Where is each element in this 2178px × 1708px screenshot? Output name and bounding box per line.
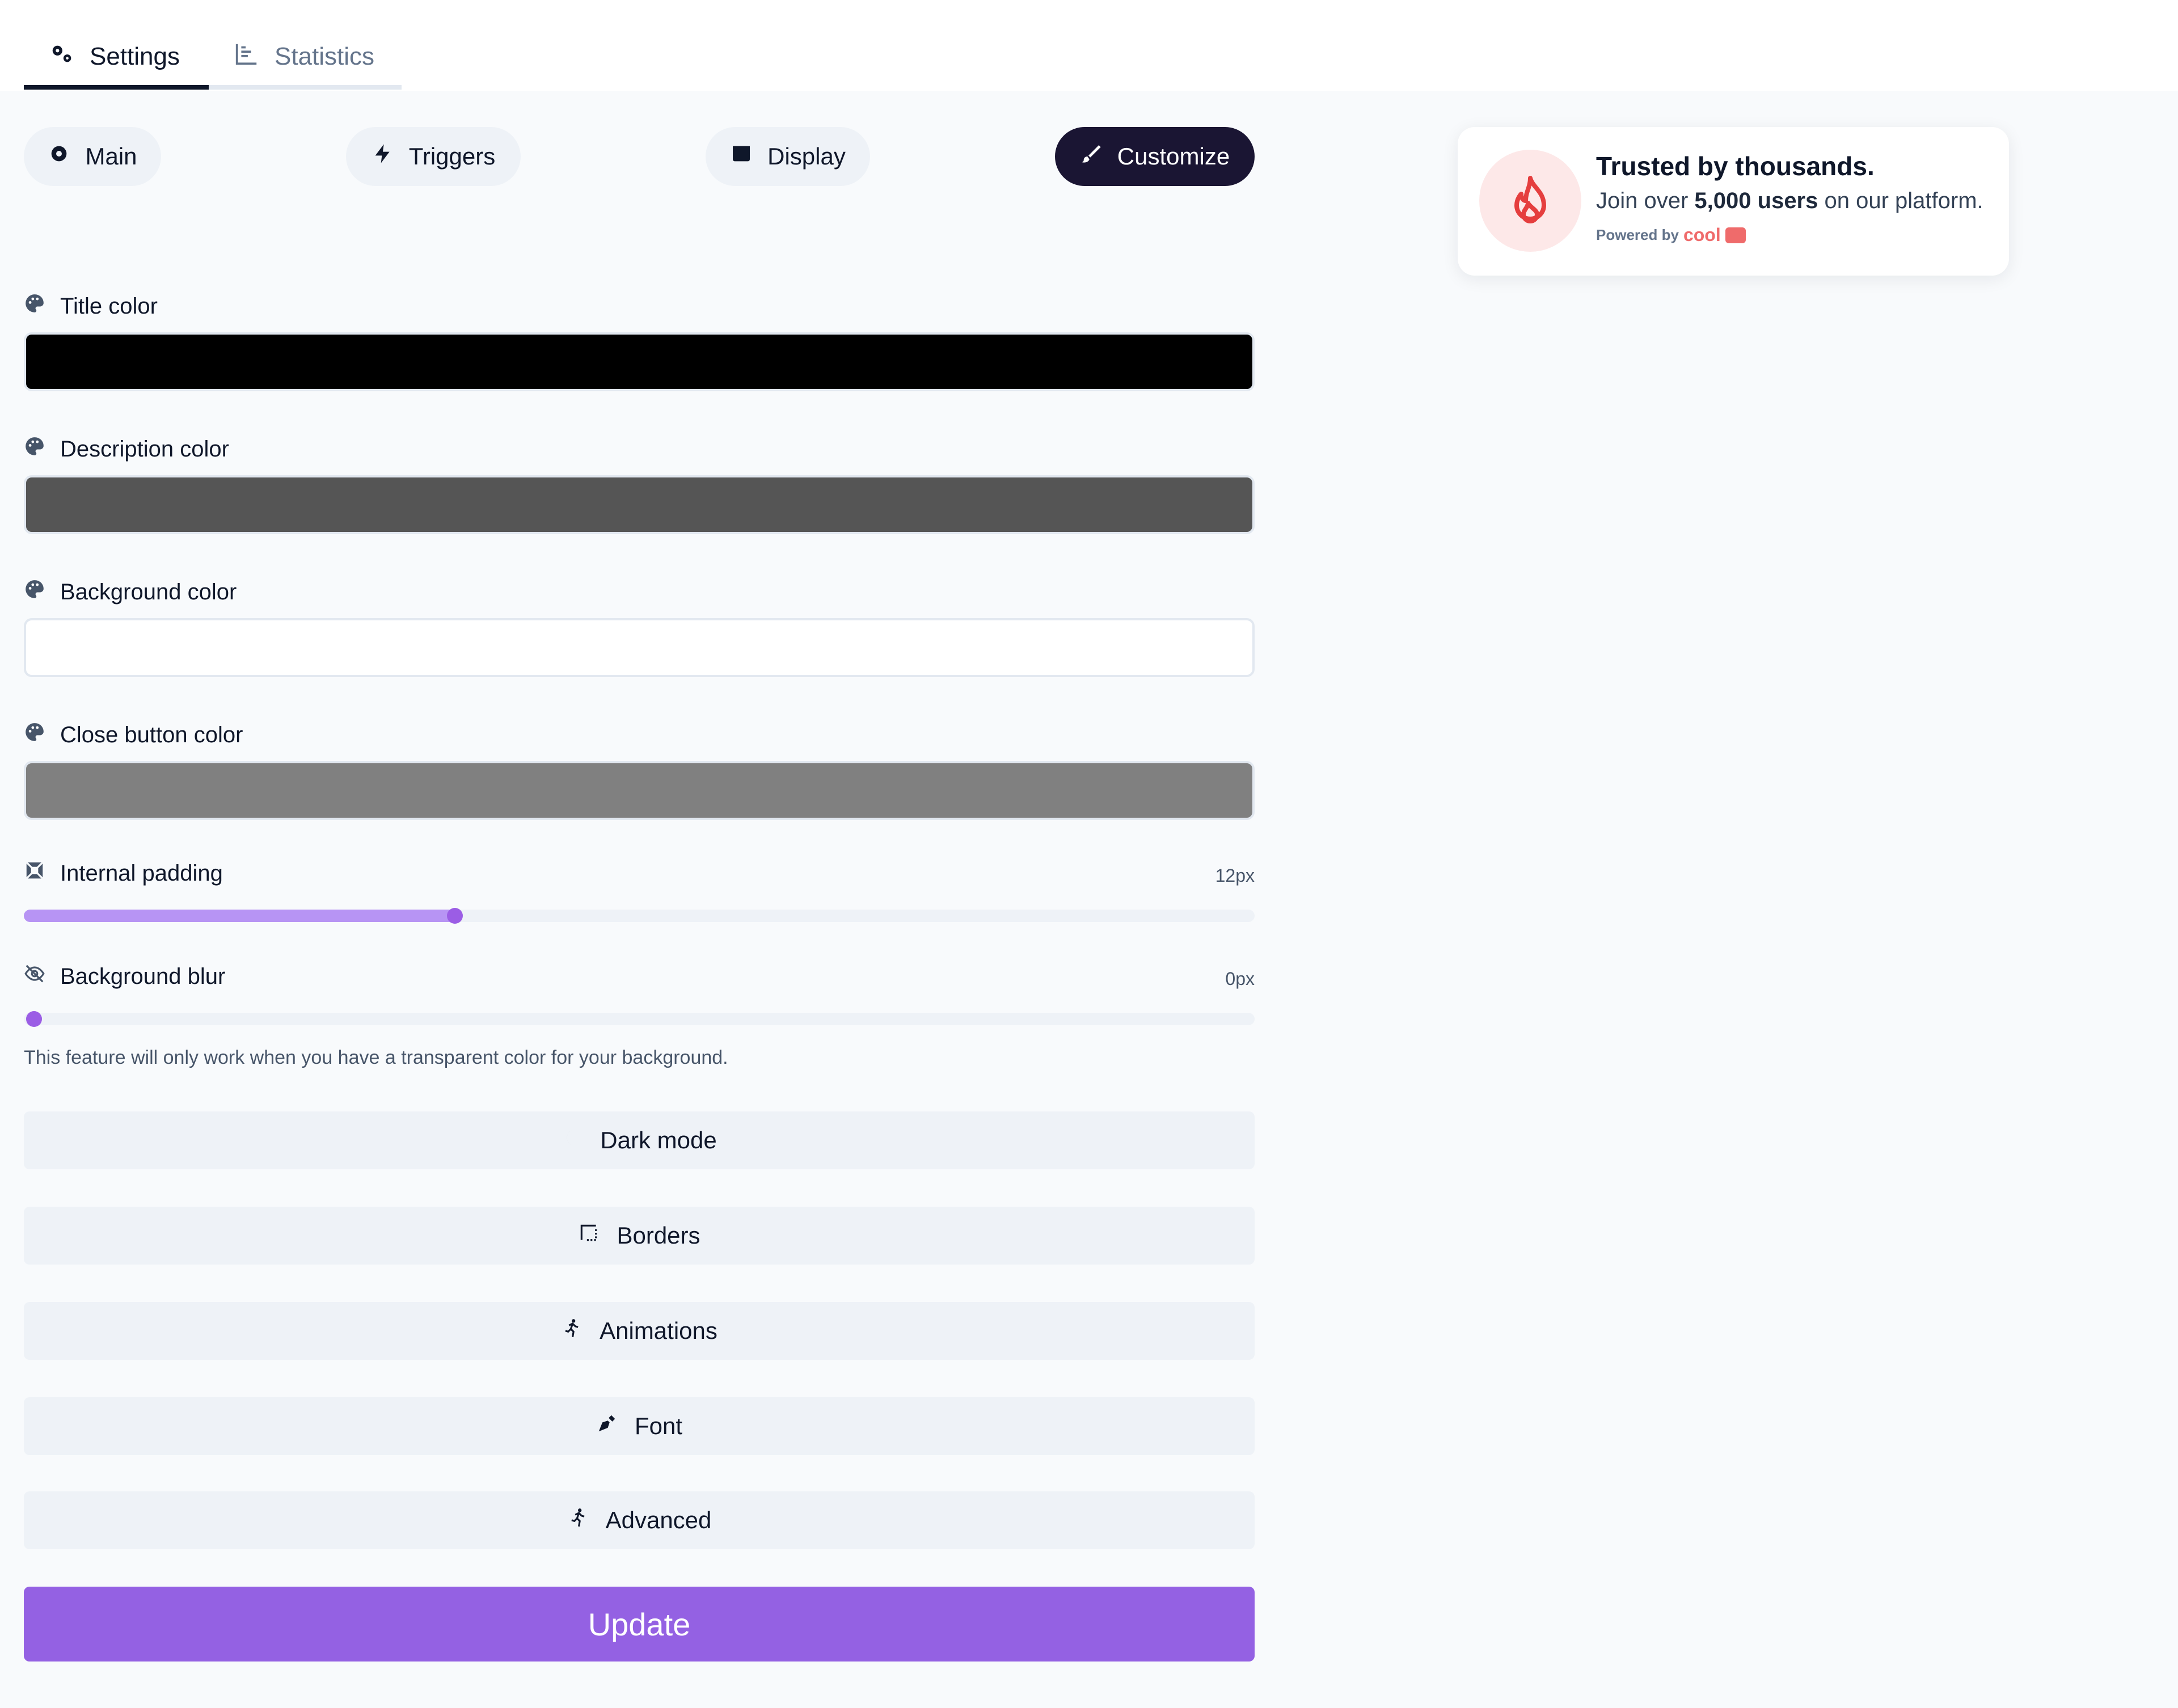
internal-padding-slider[interactable] — [24, 908, 1255, 924]
window-icon — [730, 142, 753, 171]
subtab-main[interactable]: Main — [24, 127, 161, 186]
borders-label: Borders — [617, 1222, 700, 1249]
fire-icon — [1479, 150, 1581, 252]
animations-label: Animations — [600, 1317, 717, 1344]
gears-icon — [49, 41, 75, 73]
advanced-button[interactable]: Advanced — [24, 1491, 1255, 1549]
moon-icon — [562, 1127, 583, 1154]
internal-padding-label-row: Internal padding — [24, 860, 223, 887]
description-color-input[interactable] — [24, 475, 1255, 534]
pen-nib-icon — [596, 1413, 618, 1440]
running-icon — [567, 1507, 589, 1534]
close-button-color-input[interactable] — [24, 761, 1255, 820]
tab-settings-label: Settings — [90, 43, 180, 70]
background-color-label: Background color — [60, 579, 237, 604]
preview-desc-bold: 5,000 users — [1694, 188, 1818, 213]
background-blur-label: Background blur — [60, 963, 226, 989]
font-button[interactable]: Font — [24, 1397, 1255, 1455]
powered-by-label: Powered by — [1596, 226, 1679, 243]
preview-desc-suffix: on our platform. — [1818, 188, 1983, 213]
description-color-label-row: Description color — [24, 436, 229, 463]
internal-padding-label: Internal padding — [60, 860, 223, 886]
palette-icon — [24, 436, 45, 463]
background-blur-value: 0px — [1225, 969, 1255, 989]
border-icon — [578, 1222, 600, 1249]
close-button-color-label-row: Close button color — [24, 721, 243, 749]
dark-mode-button[interactable]: Dark mode — [24, 1111, 1255, 1169]
blur-hint-text: This feature will only work when you hav… — [24, 1047, 728, 1068]
top-tab-bar: Settings Statistics — [0, 0, 2178, 91]
background-blur-slider[interactable] — [24, 1011, 1255, 1027]
gear-icon — [48, 142, 70, 171]
internal-padding-slider-fill — [24, 910, 455, 922]
subtab-customize[interactable]: Customize — [1055, 127, 1255, 186]
brush-icon — [1080, 142, 1103, 171]
update-button[interactable]: Update — [24, 1587, 1255, 1662]
advanced-label: Advanced — [605, 1507, 712, 1533]
preview-description: Join over 5,000 users on our platform. — [1596, 188, 1983, 214]
palette-icon — [24, 578, 45, 606]
internal-padding-value: 12px — [1215, 865, 1255, 886]
subtab-display[interactable]: Display — [706, 127, 870, 186]
title-color-label-row: Title color — [24, 293, 158, 320]
subtab-triggers-label: Triggers — [408, 143, 496, 170]
expand-icon — [24, 860, 45, 887]
running-icon — [561, 1317, 583, 1345]
internal-padding-slider-thumb[interactable] — [446, 908, 463, 924]
background-blur-slider-thumb[interactable] — [26, 1011, 42, 1027]
brand-logo-icon — [1725, 227, 1746, 243]
subtab-main-label: Main — [85, 143, 137, 170]
eye-slash-icon — [24, 963, 45, 990]
close-button-color-label: Close button color — [60, 722, 243, 747]
powered-by: Powered by cool — [1596, 225, 1746, 246]
tab-statistics-label: Statistics — [275, 43, 375, 70]
font-label: Font — [634, 1413, 683, 1439]
background-color-input[interactable] — [24, 618, 1255, 677]
brand-name: cool — [1683, 225, 1721, 245]
animations-button[interactable]: Animations — [24, 1302, 1255, 1360]
title-color-input[interactable] — [24, 332, 1255, 391]
background-blur-label-row: Background blur — [24, 963, 225, 990]
subtab-triggers[interactable]: Triggers — [346, 127, 521, 186]
title-color-label: Title color — [60, 293, 158, 319]
borders-button[interactable]: Borders — [24, 1207, 1255, 1265]
dark-mode-label: Dark mode — [600, 1127, 717, 1153]
subtab-customize-label: Customize — [1117, 143, 1230, 170]
preview-title: Trusted by thousands. — [1596, 151, 1875, 181]
preview-desc-prefix: Join over — [1596, 188, 1695, 213]
tab-statistics[interactable]: Statistics — [209, 28, 402, 90]
preview-notification-card: Trusted by thousands. Join over 5,000 us… — [1458, 127, 2009, 276]
background-color-label-row: Background color — [24, 578, 237, 606]
palette-icon — [24, 293, 45, 320]
bolt-icon — [372, 142, 394, 171]
tab-settings[interactable]: Settings — [24, 28, 209, 90]
palette-icon — [24, 721, 45, 749]
subtab-display-label: Display — [767, 143, 846, 170]
chart-icon — [234, 41, 260, 73]
description-color-label: Description color — [60, 436, 229, 462]
